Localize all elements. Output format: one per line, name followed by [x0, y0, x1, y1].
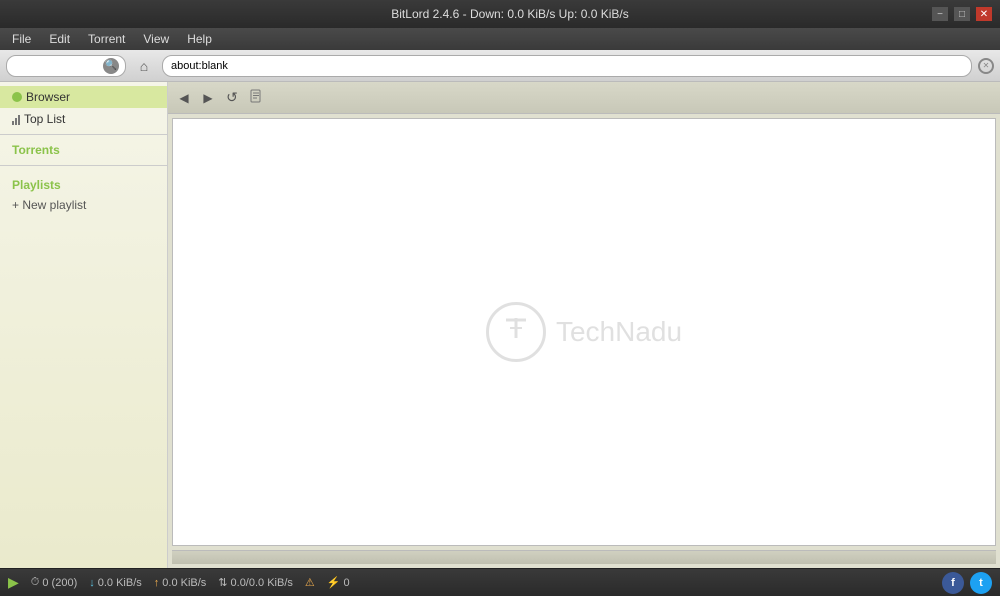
status-queue: ⏱ 0 (200) — [31, 576, 77, 589]
warning-icon: ⚠ — [305, 576, 315, 589]
status-share: ⚡ 0 — [327, 576, 350, 589]
facebook-button[interactable]: f — [942, 572, 964, 594]
menu-file[interactable]: File — [4, 30, 39, 48]
queue-count: 0 (200) — [42, 577, 77, 589]
play-icon: ▶ — [8, 574, 19, 591]
menu-view[interactable]: View — [135, 30, 177, 48]
menu-edit[interactable]: Edit — [41, 30, 78, 48]
sidebar-toplist-label: Top List — [24, 112, 65, 126]
watermark-text: TechNadu — [556, 316, 682, 348]
watermark: TechNadu — [486, 302, 682, 362]
document-icon — [249, 89, 263, 103]
main-area: Browser Top List Torrents Playlists + Ne… — [0, 82, 1000, 568]
home-button[interactable]: ⌂ — [132, 54, 156, 78]
transfer-speed: 0.0/0.0 KiB/s — [231, 577, 293, 589]
content-area: ◀ ▶ ↺ — [168, 82, 1000, 568]
sidebar-new-playlist[interactable]: + New playlist — [0, 194, 167, 216]
share-count: 0 — [343, 577, 349, 589]
minimize-button[interactable]: − — [932, 7, 948, 21]
sidebar-browser-label: Browser — [26, 90, 70, 104]
up-arrow-icon: ↑ — [154, 577, 160, 589]
back-button[interactable]: ◀ — [174, 88, 194, 108]
transfer-icon: ⇅ — [218, 576, 227, 589]
status-play: ▶ — [8, 574, 19, 591]
url-bar[interactable]: about:blank — [162, 55, 972, 77]
search-box: 🔍 — [6, 55, 126, 77]
queue-icon: ⏱ — [31, 576, 40, 589]
sidebar-item-torrents[interactable]: Torrents — [0, 139, 167, 161]
forward-button[interactable]: ▶ — [198, 88, 218, 108]
share-icon: ⚡ — [327, 576, 341, 589]
main-toolbar: 🔍 ⌂ about:blank ✕ — [0, 50, 1000, 82]
technadu-logo-icon — [498, 310, 534, 346]
new-playlist-label: + New playlist — [12, 198, 86, 212]
status-upload: ↑ 0.0 KiB/s — [154, 577, 207, 589]
search-icon[interactable]: 🔍 — [103, 58, 119, 74]
status-warning: ⚠ — [305, 576, 315, 589]
down-arrow-icon: ↓ — [89, 577, 95, 589]
menu-help[interactable]: Help — [179, 30, 220, 48]
app-title: BitLord 2.4.6 - Down: 0.0 KiB/s Up: 0.0 … — [88, 7, 932, 21]
sidebar-divider-1 — [0, 134, 167, 135]
up-speed: 0.0 KiB/s — [162, 577, 206, 589]
status-transfer: ⇅ 0.0/0.0 KiB/s — [218, 576, 293, 589]
twitter-button[interactable]: t — [970, 572, 992, 594]
window-controls: − □ ✕ — [932, 7, 992, 21]
reload-button[interactable]: ↺ — [222, 88, 242, 108]
down-speed: 0.0 KiB/s — [98, 577, 142, 589]
sidebar-item-toplist[interactable]: Top List — [0, 108, 167, 130]
browser-bottom-bar — [172, 550, 996, 564]
sidebar-divider-2 — [0, 165, 167, 166]
maximize-button[interactable]: □ — [954, 7, 970, 21]
status-download: ↓ 0.0 KiB/s — [89, 577, 142, 589]
sidebar: Browser Top List Torrents Playlists + Ne… — [0, 82, 168, 568]
watermark-icon — [498, 310, 534, 354]
menu-torrent[interactable]: Torrent — [80, 30, 133, 48]
social-buttons: f t — [942, 572, 992, 594]
statusbar: ▶ ⏱ 0 (200) ↓ 0.0 KiB/s ↑ 0.0 KiB/s ⇅ 0.… — [0, 568, 1000, 596]
menubar: File Edit Torrent View Help — [0, 28, 1000, 50]
browser-content: TechNadu — [172, 118, 996, 546]
browser-toolbar: ◀ ▶ ↺ — [168, 82, 1000, 114]
search-input[interactable] — [13, 60, 103, 72]
doc-button[interactable] — [246, 88, 266, 108]
browser-status-dot — [12, 92, 22, 102]
stop-button[interactable]: ✕ — [978, 58, 994, 74]
watermark-circle — [486, 302, 546, 362]
toplist-icon — [12, 113, 20, 125]
sidebar-torrents-label: Torrents — [12, 143, 60, 157]
sidebar-playlists-header: Playlists — [0, 170, 167, 194]
titlebar: BitLord 2.4.6 - Down: 0.0 KiB/s Up: 0.0 … — [0, 0, 1000, 28]
close-button[interactable]: ✕ — [976, 7, 992, 21]
sidebar-item-browser[interactable]: Browser — [0, 86, 167, 108]
